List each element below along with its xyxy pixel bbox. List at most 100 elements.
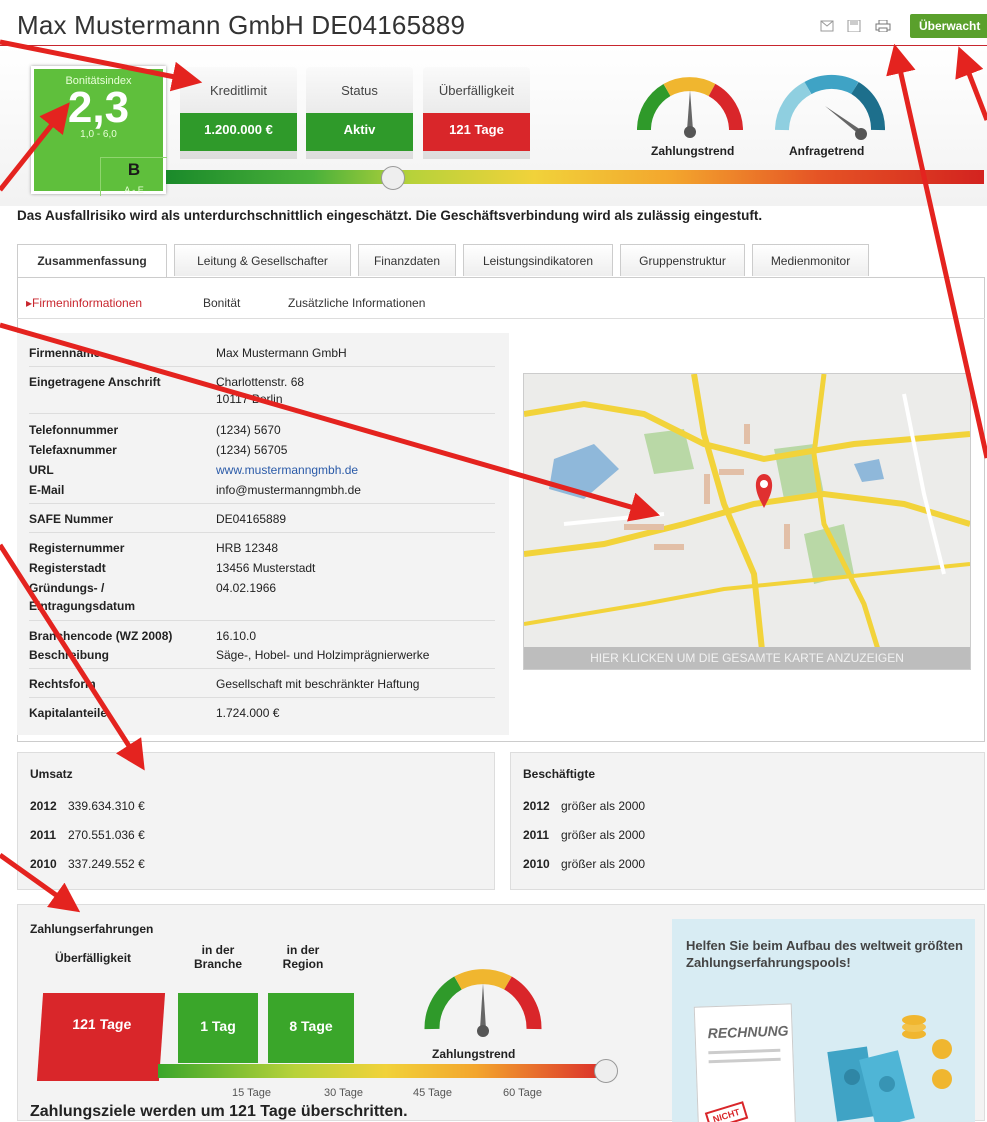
scale-tick: 45 Tage	[413, 1087, 452, 1099]
payment-branch-value: 1 Tag	[178, 993, 258, 1063]
value-telefon: (1234) 5670	[216, 423, 281, 437]
revenue-value: 270.551.036 €	[68, 828, 145, 842]
grade-range: A - E	[124, 185, 144, 195]
risk-bar	[166, 170, 984, 184]
value-registernummer: HRB 12348	[216, 541, 279, 555]
payment-region-label-1: in der	[286, 943, 320, 957]
tab-leitung[interactable]: Leitung & Gesellschafter	[174, 244, 351, 276]
label-branchencode: Branchencode (WZ 2008)	[29, 629, 173, 643]
value-firmenname: Max Mustermann GmbH	[216, 346, 347, 360]
payment-region-value: 8 Tage	[268, 993, 354, 1063]
employees-value: größer als 2000	[561, 828, 646, 842]
subnav-firmeninformationen[interactable]: ▸Firmeninformationen	[26, 296, 142, 310]
watch-button[interactable]: Überwacht	[910, 14, 987, 38]
revenue-title: Umsatz	[30, 767, 73, 781]
kpi-status: Status Aktiv	[306, 67, 413, 159]
money-icon	[827, 1015, 952, 1122]
kpi-overdue-label: Überfälligkeit	[438, 83, 515, 98]
value-anschrift-line1: Charlottenstr. 68	[216, 375, 305, 389]
company-location-map[interactable]: HIER KLICKEN UM DIE GESAMTE KARTE ANZUZE…	[523, 373, 971, 670]
kpi-credit-limit: Kreditlimit 1.200.000 €	[180, 67, 297, 159]
value-safe: DE04165889	[216, 512, 287, 526]
label-registernummer: Registernummer	[29, 541, 125, 555]
payment-trend-gauge	[636, 77, 743, 138]
value-branchencode: 16.10.0	[216, 629, 257, 643]
save-icon[interactable]	[847, 20, 861, 32]
value-rechtsform: Gesellschaft mit beschränkter Haftung	[216, 677, 420, 691]
value-telefax: (1234) 56705	[216, 443, 288, 457]
tab-gruppenstruktur[interactable]: Gruppenstruktur	[620, 244, 745, 276]
map-show-full-link[interactable]: HIER KLICKEN UM DIE GESAMTE KARTE ANZUZE…	[524, 647, 970, 669]
score-range: 1,0 - 6,0	[80, 129, 117, 140]
invoice-title: RECHNUNG	[707, 1022, 789, 1042]
kpi-overdue: Überfälligkeit 121 Tage	[423, 67, 530, 159]
employees-value: größer als 2000	[561, 857, 646, 871]
label-safe: SAFE Nummer	[29, 512, 114, 526]
kpi-credit-limit-label: Kreditlimit	[209, 83, 268, 98]
payment-branch-label-2: Branche	[193, 957, 243, 971]
tab-zusammenfassung[interactable]: Zusammenfassung	[17, 244, 167, 278]
payment-trend-small-label: Zahlungstrend	[432, 1047, 516, 1061]
kpi-credit-limit-value: 1.200.000 €	[180, 113, 297, 151]
payment-trend-gauge-small	[424, 969, 542, 1037]
value-gruendung: 04.02.1966	[216, 581, 277, 595]
employees-year: 2012	[523, 799, 550, 813]
subnav-firmeninformationen-label: Firmeninformationen	[32, 296, 143, 310]
payment-title: Zahlungserfahrungen	[30, 922, 154, 936]
revenue-box: Umsatz 2012 339.634.310 € 2011 270.551.036…	[17, 752, 495, 890]
payment-branch-label: in der Branche	[183, 943, 253, 971]
label-anschrift: Eingetragene Anschrift	[29, 375, 161, 389]
kpi-overdue-value: 121 Tage	[423, 113, 530, 151]
revenue-row: 2011 270.551.036 €	[30, 828, 485, 842]
label-url: URL	[29, 463, 54, 477]
employees-row: 2011 größer als 2000	[523, 828, 978, 842]
label-beschreibung: Beschreibung	[29, 648, 110, 662]
label-telefax: Telefaxnummer	[29, 443, 117, 457]
label-gruendung-1: Gründungs- /	[29, 581, 105, 595]
payment-region-label: in der Region	[268, 943, 338, 971]
scale-tick: 30 Tage	[324, 1087, 363, 1099]
value-beschreibung: Säge-, Hobel- und Holzimprägnierwerke	[216, 648, 430, 662]
mail-icon[interactable]	[820, 20, 834, 32]
payment-branch-label-1: in der	[201, 943, 235, 957]
kpi-status-label: Status	[341, 83, 378, 98]
invoice-stamp: NICHT	[704, 1101, 748, 1122]
value-url-link[interactable]: www.mustermanngmbh.de	[216, 463, 358, 477]
subnav-zusaetzliche-informationen[interactable]: Zusätzliche Informationen	[288, 296, 425, 310]
label-gruendung-2: Eintragungsdatum	[29, 599, 136, 613]
credit-score-box: Bonitätsindex 2,3 1,0 - 6,0 B A - E	[31, 66, 167, 196]
value-anschrift-line2: 10117 Berlin	[216, 392, 283, 406]
tab-medienmonitor[interactable]: Medienmonitor	[752, 244, 869, 276]
label-rechtsform: Rechtsform	[29, 677, 96, 691]
grade-box: B A - E	[100, 157, 167, 196]
payment-pool-promo[interactable]: Helfen Sie beim Aufbau des weltweit größ…	[672, 919, 975, 1122]
revenue-row: 2012 339.634.310 €	[30, 799, 485, 813]
scale-tick: 15 Tage	[232, 1087, 271, 1099]
score-value: 2,3	[67, 83, 130, 132]
subnav-bonitaet[interactable]: Bonität	[203, 296, 240, 310]
company-info-table: Firmenname Max Mustermann GmbH Eingetrage…	[17, 333, 509, 735]
payment-scale-marker	[594, 1059, 618, 1083]
label-email: E-Mail	[29, 483, 65, 497]
payment-experience-box: Zahlungserfahrungen Überfälligkeit in de…	[17, 904, 985, 1122]
payment-summary-prefix: Zahlungsziele werden um	[30, 1103, 230, 1120]
revenue-value: 339.634.310 €	[68, 799, 145, 813]
invoice-icon: RECHNUNG NICHT	[693, 1003, 797, 1122]
payment-summary-value: 121 Tage	[229, 1103, 297, 1120]
tab-finanzdaten[interactable]: Finanzdaten	[358, 244, 456, 276]
payment-overdue-label: Überfälligkeit	[55, 951, 132, 965]
tab-leistungsindikatoren[interactable]: Leistungsindikatoren	[463, 244, 613, 276]
kpi-status-value: Aktiv	[306, 113, 413, 151]
sub-navigation: ▸Firmeninformationen Bonität Zusätzliche…	[17, 278, 985, 319]
employees-row: 2010 größer als 2000	[523, 857, 978, 871]
revenue-value: 337.249.552 €	[68, 857, 145, 871]
print-icon[interactable]	[875, 20, 891, 32]
label-registerstadt: Registerstadt	[29, 561, 106, 575]
revenue-year: 2011	[30, 828, 57, 842]
label-kapital: Kapitalanteile	[29, 706, 108, 720]
value-email[interactable]: info@mustermanngmbh.de	[216, 483, 361, 497]
map-graphic	[524, 374, 970, 669]
employees-box: Beschäftigte 2012 größer als 2000 2011 grö…	[510, 752, 985, 890]
employees-year: 2010	[523, 857, 550, 871]
company-title: Max Mustermann GmbH DE04165889	[17, 10, 466, 40]
